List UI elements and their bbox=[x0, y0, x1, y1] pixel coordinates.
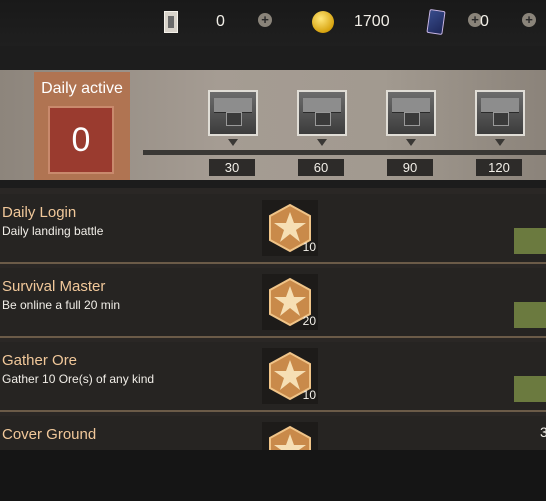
ticket-count: 0 bbox=[216, 13, 225, 30]
reward-chest-30[interactable] bbox=[208, 90, 258, 136]
task-title: Cover Ground bbox=[2, 426, 97, 443]
bottom-bar bbox=[0, 450, 546, 501]
milestone-label: 60 bbox=[298, 159, 344, 176]
task-row: Survival Master Be online a full 20 min … bbox=[0, 268, 546, 338]
claim-button[interactable] bbox=[514, 376, 546, 402]
daily-active-value: 0 bbox=[48, 106, 114, 174]
gold-count: 1700 bbox=[354, 13, 390, 30]
milestone-marker bbox=[317, 139, 327, 146]
medal-reward: 10 bbox=[262, 348, 318, 404]
card-icon bbox=[426, 9, 446, 35]
reward-amount: 10 bbox=[302, 240, 316, 254]
activity-progress-track bbox=[143, 150, 546, 155]
daily-active-panel: Daily active 0 bbox=[34, 72, 130, 180]
reward-chest-60[interactable] bbox=[297, 90, 347, 136]
task-progress: 3 bbox=[540, 424, 546, 440]
medal-reward bbox=[262, 422, 318, 450]
reward-chest-120[interactable] bbox=[475, 90, 525, 136]
milestone-label: 30 bbox=[209, 159, 255, 176]
band-spacer bbox=[0, 46, 546, 70]
reward-chest-90[interactable] bbox=[386, 90, 436, 136]
add-card-button[interactable]: + bbox=[522, 13, 536, 27]
task-description: Be online a full 20 min bbox=[2, 298, 121, 312]
reward-amount: 20 bbox=[302, 314, 316, 328]
claim-button[interactable] bbox=[514, 302, 546, 328]
milestone-marker bbox=[406, 139, 416, 146]
milestone-marker bbox=[228, 139, 238, 146]
milestone-label: 120 bbox=[476, 159, 522, 176]
task-title: Daily Login bbox=[2, 204, 77, 221]
currency-bar: 0 + 1700 + 0 + bbox=[0, 0, 546, 46]
task-title: Survival Master bbox=[2, 278, 106, 295]
daily-active-label: Daily active bbox=[41, 80, 123, 97]
milestone-label: 90 bbox=[387, 159, 433, 176]
task-list[interactable]: Daily Login Daily landing battle 10 Surv… bbox=[0, 188, 546, 450]
medal-reward: 20 bbox=[262, 274, 318, 330]
task-title: Gather Ore bbox=[2, 352, 78, 369]
task-description: Daily landing battle bbox=[2, 224, 104, 238]
ticket-icon bbox=[164, 11, 178, 33]
milestone-marker bbox=[495, 139, 505, 146]
gold-coin-icon bbox=[312, 11, 334, 33]
add-ticket-button[interactable]: + bbox=[258, 13, 272, 27]
card-count: 0 bbox=[480, 13, 489, 30]
star-medal-icon bbox=[269, 425, 311, 450]
task-row: Cover Ground 3 bbox=[0, 416, 546, 450]
medal-reward: 10 bbox=[262, 200, 318, 256]
claim-button[interactable] bbox=[514, 228, 546, 254]
task-description: Gather 10 Ore(s) of any kind bbox=[2, 372, 155, 386]
task-row: Gather Ore Gather 10 Ore(s) of any kind … bbox=[0, 342, 546, 412]
task-row: Daily Login Daily landing battle 10 bbox=[0, 194, 546, 264]
reward-amount: 10 bbox=[302, 388, 316, 402]
